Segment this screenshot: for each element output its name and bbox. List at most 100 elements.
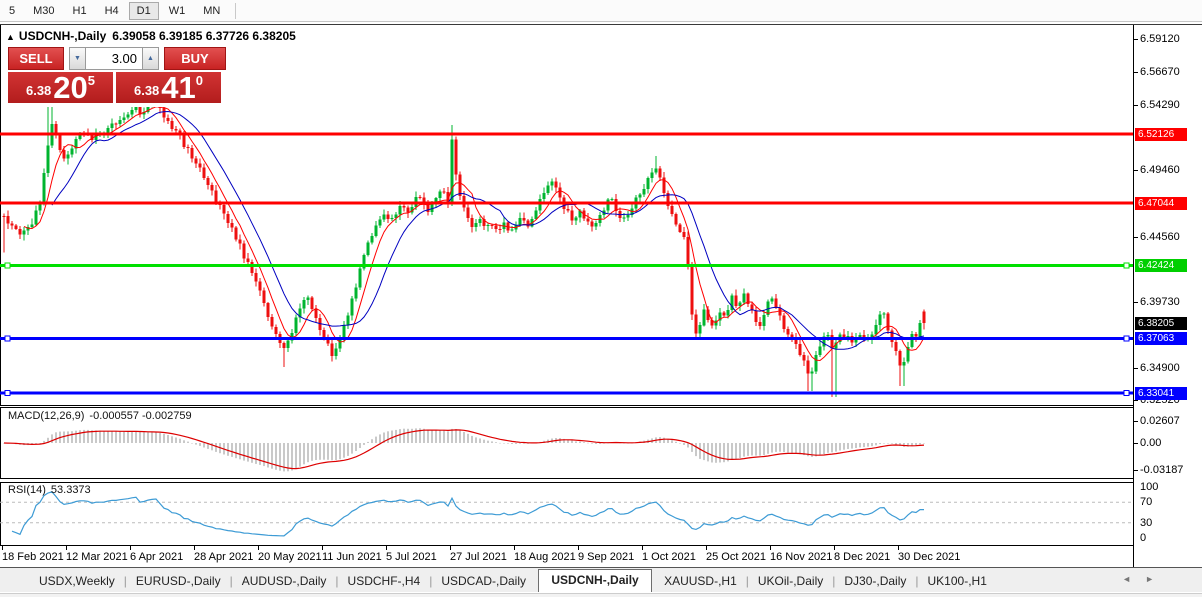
timeframe-h4[interactable]: H4: [97, 2, 127, 20]
date-label: 27 Jul 2021: [450, 551, 507, 563]
tab-dj30-daily[interactable]: DJ30-,Daily: [835, 571, 915, 592]
line-drag-handle[interactable]: [1123, 390, 1130, 397]
bid-price-sup: 5: [87, 73, 96, 88]
volume-decrease-button[interactable]: ▼: [69, 47, 86, 70]
tab-ukoil-daily[interactable]: UKOil-,Daily: [749, 571, 832, 592]
price-line-6.47044[interactable]: [0, 201, 1134, 205]
date-axis-tick: [514, 546, 515, 550]
rsi-line: [11, 491, 924, 537]
date-label: 28 Apr 2021: [194, 551, 254, 563]
date-axis-tick: [130, 546, 131, 550]
tab-usdcad-daily[interactable]: USDCAD-,Daily: [432, 571, 535, 592]
ask-price-panel[interactable]: 6.38 41 0: [116, 72, 221, 103]
price-axis: 6.59120 6.56670 6.54290 6.49460 6.44560 6.397…: [1133, 25, 1202, 567]
line-drag-handle[interactable]: [1123, 262, 1130, 269]
date-label: 1 Oct 2021: [642, 551, 696, 563]
price-axis-label: 6.49460: [1140, 164, 1180, 176]
chart-title: ▲ USDCNH-,Daily 6.39058 6.39185 6.37726 6.…: [6, 29, 296, 43]
price-axis-tick: [1134, 39, 1138, 40]
date-label: 18 Aug 2021: [514, 551, 576, 563]
price-line-6.52126[interactable]: [0, 132, 1134, 136]
price-tag-6.42424: 6.42424: [1135, 259, 1187, 272]
tab-eurusd-daily[interactable]: EURUSD-,Daily: [127, 571, 230, 592]
tab-scroll-arrows: ◄►: [1122, 574, 1168, 584]
volume-increase-button[interactable]: ▲: [142, 47, 159, 70]
price-line-6.33041[interactable]: [0, 391, 1134, 395]
price-tag-6.47044: 6.47044: [1135, 197, 1187, 210]
bid-price-small: 6.38: [25, 83, 52, 98]
date-label: 25 Oct 2021: [706, 551, 766, 563]
line-drag-handle[interactable]: [4, 335, 11, 342]
date-label: 6 Apr 2021: [130, 551, 184, 563]
date-label: 18 Feb 2021: [2, 551, 64, 563]
date-axis-tick: [66, 546, 67, 550]
tab-audusd-daily[interactable]: AUDUSD-,Daily: [233, 571, 336, 592]
horizontal-price-lines[interactable]: [0, 132, 1134, 397]
line-drag-handle[interactable]: [4, 390, 11, 397]
volume-input[interactable]: [86, 47, 142, 70]
price-line-6.37063[interactable]: [0, 337, 1134, 340]
timeframe-w1[interactable]: W1: [161, 2, 194, 20]
price-axis-tick: [1134, 302, 1138, 303]
rsi-axis-label: 30: [1140, 517, 1153, 529]
line-drag-handle[interactable]: [4, 262, 11, 269]
one-click-toggle-icon[interactable]: ▲: [6, 32, 15, 42]
date-axis-tick: [194, 546, 195, 550]
date-label: 9 Sep 2021: [578, 551, 635, 563]
candlesticks: [2, 90, 926, 398]
date-axis-tick: [578, 546, 579, 550]
status-bar: [0, 593, 1202, 597]
date-axis-tick: [386, 546, 387, 550]
sell-button[interactable]: SELL: [8, 47, 64, 70]
macd-axis-tick: [1134, 421, 1138, 422]
tab-uk100-h1[interactable]: UK100-,H1: [919, 571, 996, 592]
ask-price-big: 41: [161, 70, 196, 105]
ask-price-sup: 0: [195, 73, 204, 88]
timeframe-d1[interactable]: D1: [128, 1, 159, 20]
date-label: 12 Mar 2021: [66, 551, 128, 563]
date-axis-tick: [898, 546, 899, 550]
buy-button[interactable]: BUY: [164, 47, 226, 70]
price-axis-tick: [1134, 237, 1138, 238]
line-drag-handle[interactable]: [1123, 335, 1130, 342]
date-axis-tick: [642, 546, 643, 550]
tab-xauusd-h1[interactable]: XAUUSD-,H1: [655, 571, 746, 592]
tab-usdchf-h4[interactable]: USDCHF-,H4: [339, 571, 430, 592]
price-axis-tick: [1134, 368, 1138, 369]
price-axis-label: 6.56670: [1140, 66, 1180, 78]
tab-usdx-weekly[interactable]: USDX,Weekly: [30, 571, 124, 592]
chart-ohlc-values: 6.39058 6.39185 6.37726 6.38205: [112, 29, 296, 43]
price-line-6.42424[interactable]: [0, 264, 1134, 268]
timeframe-5[interactable]: 5: [1, 2, 23, 20]
macd-indicator-label: MACD(12,26,9) -0.000557 -0.002759: [8, 410, 192, 422]
date-label: 16 Nov 2021: [770, 551, 833, 563]
chart-window[interactable]: ▲ USDCNH-,Daily 6.39058 6.39185 6.37726 6.…: [0, 24, 1202, 597]
rsi-indicator-label: RSI(14) 53.3373: [8, 484, 91, 496]
rsi-axis-label: 70: [1140, 496, 1153, 508]
price-axis-tick: [1134, 400, 1138, 401]
tab-scroll-left-icon[interactable]: ◄: [1122, 574, 1145, 584]
ma-fast-line: [23, 106, 925, 362]
price-axis-label: 6.54290: [1140, 99, 1180, 111]
bid-price-panel[interactable]: 6.38 20 5: [8, 72, 113, 103]
rsi-axis-label: 100: [1140, 481, 1159, 493]
macd-axis-tick: [1134, 470, 1138, 471]
date-axis-tick: [770, 546, 771, 550]
price-axis-tick: [1134, 72, 1138, 73]
timeframe-h1[interactable]: H1: [65, 2, 95, 20]
tab-usdcnh-daily[interactable]: USDCNH-,Daily: [538, 569, 652, 592]
timeframe-toolbar: 5 M30 H1 H4 D1 W1 MN: [0, 0, 1202, 22]
price-tag-6.52126: 6.52126: [1135, 128, 1187, 141]
tab-scroll-right-icon[interactable]: ►: [1145, 574, 1168, 584]
timeframe-mn[interactable]: MN: [195, 2, 228, 20]
timeframe-m30[interactable]: M30: [25, 2, 62, 20]
price-axis-label: 6.39730: [1140, 296, 1180, 308]
rsi-indicator-plot[interactable]: [0, 482, 1134, 546]
bid-price-big: 20: [53, 70, 88, 105]
rsi-axis-label: 0: [1140, 532, 1147, 544]
price-tag-6.37063: 6.37063: [1135, 332, 1187, 345]
macd-axis-label: -0.03187: [1140, 464, 1184, 476]
price-tag-6.33041: 6.33041: [1135, 387, 1187, 400]
macd-axis-label: 0.02607: [1140, 415, 1180, 427]
macd-axis-label: 0.00: [1140, 437, 1162, 449]
